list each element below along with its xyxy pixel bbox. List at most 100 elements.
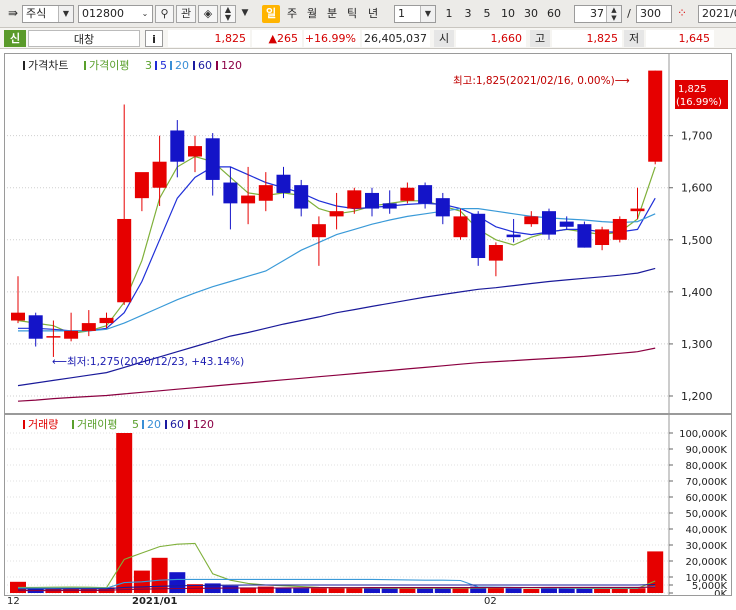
minute-1-label: 1 xyxy=(445,7,453,20)
updown-spin-icon[interactable]: ▲ ▼ xyxy=(220,5,236,23)
candle-body xyxy=(134,172,149,199)
candle-body xyxy=(488,245,503,261)
info-icon[interactable]: i xyxy=(145,30,163,47)
period-month-tab[interactable]: 월 xyxy=(303,5,321,23)
volume-bar xyxy=(558,588,575,593)
volume-legend-ma20: 20 xyxy=(147,418,161,431)
settings-dots-icon[interactable]: ⁘ xyxy=(674,5,690,23)
minute-5-label: 5 xyxy=(483,7,491,20)
volume-bar xyxy=(523,589,540,593)
legend-bar-icon xyxy=(23,420,25,429)
period-minute-label: 분 xyxy=(326,7,338,20)
toolbar: ⇛ 주식 ▼ 012800 ⌄ ⚲ 관 ◈ ▲ ▼ ▼ 일 주 월 분 틱 년 1… xyxy=(0,0,736,28)
period-week-label: 주 xyxy=(286,7,298,20)
minute-3-label: 3 xyxy=(464,7,472,20)
market-select[interactable]: 주식 ▼ xyxy=(22,5,74,23)
volume-legend-ma5: 5 xyxy=(132,418,139,431)
spin-arrows-icon[interactable]: ▲ ▼ xyxy=(606,6,621,22)
minute-5-button[interactable]: 5 xyxy=(480,5,494,23)
price-chart-panel[interactable]: 1,200 1,300 1,400 1,500 1,600 1,700 1,825 (16… xyxy=(4,53,732,414)
price-ma3-line xyxy=(17,155,656,335)
volume-tick-label: 60,000K xyxy=(685,493,727,504)
candle-body xyxy=(117,218,132,303)
volume-tick-label: 70,000K xyxy=(685,477,727,488)
volume-chart-panel[interactable]: 0K 5,000K 10,000K 20,000K 30,000K 40,000K 50,0… xyxy=(4,414,732,596)
minute-30-button[interactable]: 30 xyxy=(522,5,540,23)
stock-name-label: 대창 xyxy=(73,33,95,46)
candle-body xyxy=(28,315,43,339)
price-change-value: ▲265 xyxy=(268,32,298,45)
candle-body xyxy=(506,234,521,238)
volume-bar xyxy=(275,588,292,593)
volume-tick-label: 10,000K xyxy=(685,573,727,584)
volume-y-axis: 0K5,000K10,000K20,000K30,000K40,000K50,0… xyxy=(668,415,727,595)
candle-body xyxy=(99,317,114,324)
period-minute-tab[interactable]: 분 xyxy=(323,5,341,23)
chevron-down-icon[interactable]: ▼ xyxy=(420,6,435,22)
high-price-value: 1,825 xyxy=(586,32,619,45)
volume-legend-ma60: 60 xyxy=(170,418,184,431)
volume-chart[interactable]: 0K5,000K10,000K20,000K30,000K40,000K50,0… xyxy=(5,415,731,595)
count-spinbox[interactable]: 37 ▲ ▼ xyxy=(574,5,622,23)
total-value: 300 xyxy=(640,7,661,20)
high-label-text: 고 xyxy=(534,32,546,45)
volume-tick-label: 30,000K xyxy=(685,541,727,552)
gwan-button[interactable]: 관 xyxy=(176,5,196,23)
volume-legend-ma120: 120 xyxy=(193,418,214,431)
price-chart[interactable]: 1,200 1,300 1,400 1,500 1,600 1,700 1,825 (16… xyxy=(5,54,731,413)
price-legend-ma20: 20 xyxy=(175,59,189,72)
trade-volume-value: 26,405,037 xyxy=(364,32,427,45)
low-price: 1,645 xyxy=(646,30,714,47)
chevron-down-icon[interactable]: ▼ xyxy=(58,6,73,22)
search-icon[interactable]: ⚲ xyxy=(155,5,174,23)
volume-bar xyxy=(381,588,398,593)
volume-tick-label: 90,000K xyxy=(685,445,727,456)
menu-toggle-icon[interactable]: ⇛ xyxy=(4,5,22,23)
trade-volume: 26,405,037 xyxy=(362,30,430,47)
low-price-value: 1,645 xyxy=(678,32,711,45)
max-price-annotation: 최고:1,825(2021/02/16, 0.00%)⟶ xyxy=(453,75,630,87)
minute-30-label: 30 xyxy=(524,7,538,20)
candle-body xyxy=(11,312,25,321)
candle-body xyxy=(46,336,61,338)
legend-bar-icon xyxy=(142,420,144,429)
new-listing-badge: 신 xyxy=(4,30,26,47)
legend-bar-icon xyxy=(23,61,25,70)
period-week-tab[interactable]: 주 xyxy=(283,5,301,23)
date-input[interactable]: 2021/0 xyxy=(698,5,736,23)
unit-select[interactable]: 1 ▼ xyxy=(394,5,436,23)
candle-body xyxy=(258,185,273,201)
volume-bar xyxy=(310,588,327,593)
candle-body xyxy=(347,190,362,209)
x-axis: 12 2021/01 02 xyxy=(0,596,736,610)
current-price: 1,825 xyxy=(168,30,250,47)
candle-body xyxy=(418,185,433,204)
total-input[interactable]: 300 xyxy=(636,5,672,23)
favorite-icon[interactable]: ◈ xyxy=(198,5,218,23)
price-legend-ma3: 3 xyxy=(145,59,152,72)
minute-10-button[interactable]: 10 xyxy=(499,5,517,23)
candle-body xyxy=(612,218,627,240)
price-change-pct: +16.99% xyxy=(304,30,360,47)
period-year-tab[interactable]: 년 xyxy=(364,5,382,23)
price-tick-label: 1,400 xyxy=(681,286,713,299)
candle-body xyxy=(524,216,539,225)
min-price-annotation: ⟵최저:1,275(2020/12/23, +43.14%) xyxy=(52,356,244,368)
candle-body xyxy=(170,130,185,162)
chevron-down-icon[interactable]: ▼ xyxy=(238,5,252,23)
candle-body xyxy=(81,323,96,331)
minute-60-label: 60 xyxy=(547,7,561,20)
period-day-tab[interactable]: 일 xyxy=(262,5,280,23)
stock-code-input[interactable]: 012800 ⌄ xyxy=(78,5,153,23)
period-day-label: 일 xyxy=(265,7,277,20)
volume-moving-averages xyxy=(18,542,656,592)
chevron-down-icon[interactable]: ⌄ xyxy=(138,6,152,22)
minute-1-button[interactable]: 1 xyxy=(442,5,456,23)
minute-3-button[interactable]: 3 xyxy=(461,5,475,23)
period-tick-tab[interactable]: 틱 xyxy=(343,5,361,23)
candle-body xyxy=(152,161,167,188)
minute-60-button[interactable]: 60 xyxy=(545,5,563,23)
volume-legend-ma-label: 거래이평 xyxy=(77,418,117,431)
market-select-value: 주식 xyxy=(26,7,47,20)
price-candles xyxy=(11,70,663,357)
